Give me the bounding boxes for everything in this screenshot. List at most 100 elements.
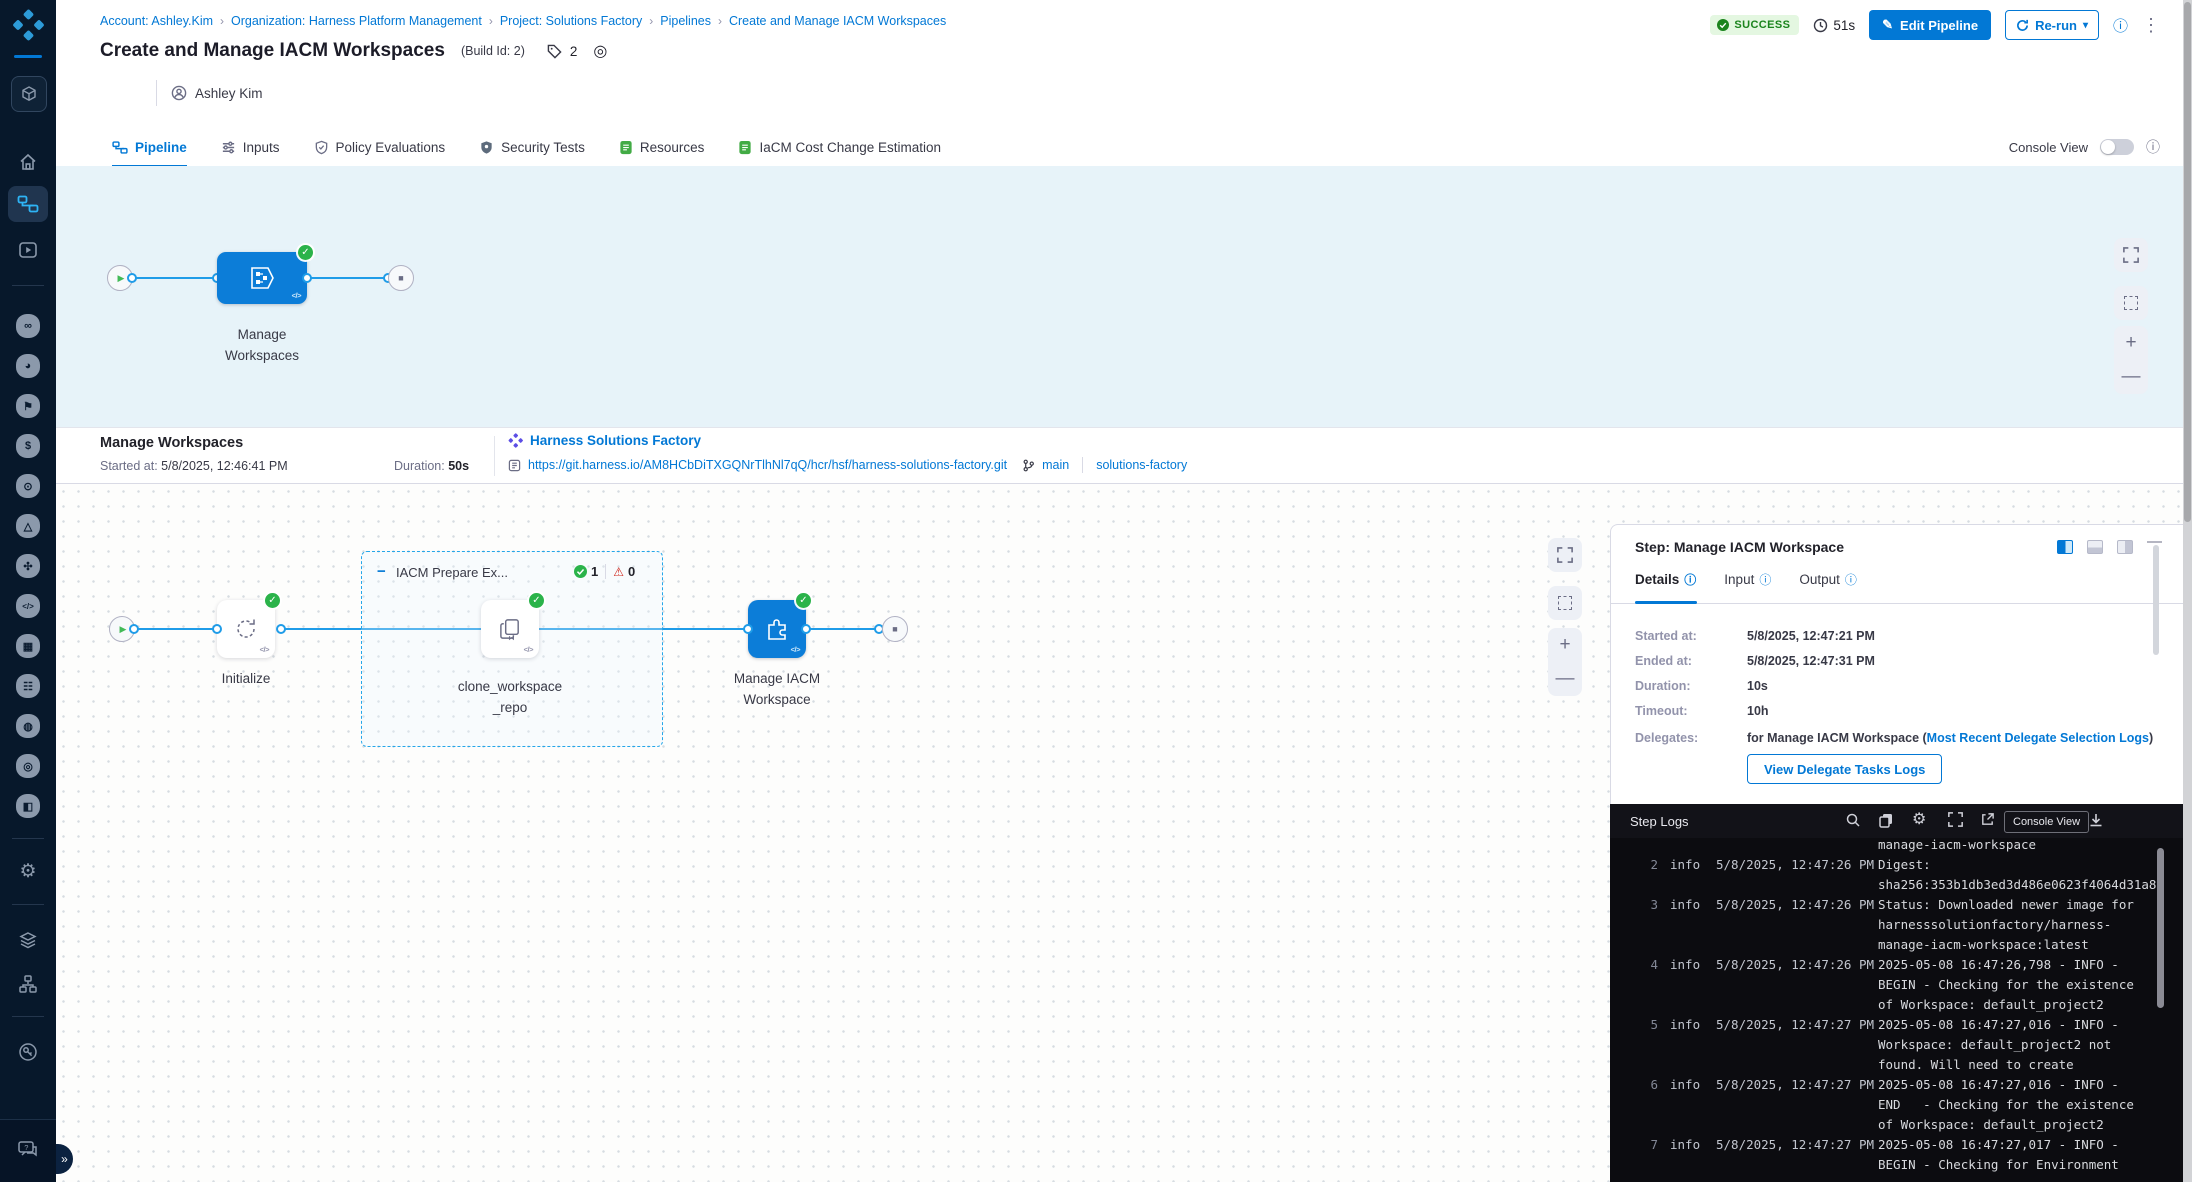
zoom-out-button[interactable]: — — [1556, 668, 1575, 690]
repo-name-link[interactable]: Harness Solutions Factory — [530, 433, 701, 448]
info-icon[interactable]: ⓘ — [2113, 15, 2128, 36]
execution-end-node[interactable]: ■ — [882, 616, 908, 642]
grid-box-icon[interactable]: ▦ — [16, 634, 40, 658]
globe-search-icon[interactable]: ◍ — [16, 714, 40, 738]
tab-output[interactable]: Outputⓘ — [1799, 571, 1857, 588]
step-node-initialize[interactable]: ✓ </> — [217, 600, 275, 658]
key-circle-icon[interactable] — [16, 1040, 40, 1064]
console-view-toggle[interactable] — [2100, 139, 2134, 155]
console-view-button[interactable]: Console View — [2004, 811, 2089, 833]
tab-input[interactable]: Inputⓘ — [1724, 571, 1771, 588]
caret-down-icon: ▾ — [2083, 20, 2088, 31]
harness-logo-icon[interactable] — [12, 9, 44, 41]
canvas-select-button[interactable] — [2114, 286, 2148, 320]
zoom-in-button[interactable]: + — [1559, 634, 1570, 656]
manage-node-label[interactable]: Manage IACM Workspace — [721, 668, 833, 710]
module-box-cube-icon[interactable] — [11, 76, 47, 112]
edit-pipeline-button[interactable]: ✎ Edit Pipeline — [1869, 10, 1991, 40]
step-node-clone-workspace-repo[interactable]: ✓ </> — [481, 600, 539, 658]
stage-node-label[interactable]: Manage Workspaces — [212, 324, 312, 366]
expand-icon[interactable] — [1948, 812, 1963, 827]
group-success-count: 1 — [591, 564, 598, 579]
log-entry: 5info5/8/2025, 12:47:27 PM2025-05-08 16:… — [1632, 1015, 2162, 1075]
propeller-icon[interactable]: ✣ — [16, 554, 40, 578]
tab-resources[interactable]: Resources — [619, 128, 705, 166]
pipeline-end-node[interactable]: ■ — [388, 265, 414, 291]
gear-icon[interactable]: ⚙ — [1912, 812, 1926, 828]
triangles-icon[interactable]: △ — [16, 514, 40, 538]
info-icon[interactable]: ⓘ — [1759, 571, 1771, 588]
settings-gear-icon[interactable]: ⚙ — [0, 860, 56, 883]
cloud-dollar-icon[interactable]: $ — [16, 434, 40, 458]
info-icon[interactable]: ⓘ — [2146, 137, 2160, 157]
breadcrumb-account[interactable]: Account: Ashley.Kim — [100, 14, 213, 28]
step-logs-body[interactable]: manage-iacm-workspace 2info5/8/2025, 12:… — [1610, 838, 2162, 1182]
zoom-in-button[interactable]: + — [2125, 332, 2136, 354]
help-chat-icon[interactable]: ? — [16, 1138, 40, 1162]
page-scrollbar-track[interactable] — [2183, 0, 2192, 1182]
layout-left-panel-button[interactable] — [2057, 540, 2073, 554]
info-icon[interactable]: ⓘ — [1845, 571, 1857, 588]
repo-tag-link[interactable]: solutions-factory — [1096, 458, 1187, 472]
tab-details[interactable]: Detailsⓘ — [1635, 571, 1696, 588]
flag-icon[interactable]: ⚑ — [16, 394, 40, 418]
canvas-fullscreen-button[interactable] — [2114, 238, 2148, 272]
breadcrumb-current[interactable]: Create and Manage IACM Workspaces — [729, 14, 946, 28]
rerun-button[interactable]: Re-run ▾ — [2005, 10, 2099, 40]
log-scrollbar[interactable] — [2157, 848, 2164, 1008]
infinity-icon[interactable]: ∞ — [16, 314, 40, 338]
duration-label: Duration: — [1635, 679, 1691, 693]
home-icon[interactable] — [16, 150, 40, 174]
view-delegate-tasks-logs-button[interactable]: View Delegate Tasks Logs — [1747, 754, 1942, 784]
fullscreen-icon — [1557, 547, 1573, 563]
build-id: (Build Id: 2) — [461, 44, 525, 58]
cube-icon[interactable]: ◧ — [16, 794, 40, 818]
tab-pipeline[interactable]: Pipeline — [112, 128, 187, 166]
code-icon[interactable]: </> — [16, 594, 40, 618]
sidebar-item-pipelines[interactable] — [8, 186, 48, 222]
stage-graph-canvas[interactable]: ▶ ✓ </> ■ Manage Workspaces — [56, 166, 2192, 427]
shield-search-icon[interactable]: ⊙ — [16, 474, 40, 498]
executions-icon[interactable] — [16, 238, 40, 262]
repo-url-link[interactable]: https://git.harness.io/AM8HCbDiTXGQNrTlh… — [528, 458, 1007, 472]
layout-right-panel-button[interactable] — [2117, 540, 2133, 554]
sidebar-divider — [12, 904, 44, 905]
external-link-icon[interactable] — [1980, 812, 1995, 827]
panel-scrollbar[interactable] — [2153, 545, 2159, 655]
breadcrumb-organization[interactable]: Organization: Harness Platform Managemen… — [231, 14, 482, 28]
code-badge-icon: </> — [791, 645, 800, 654]
diamond-icon[interactable]: ◎ — [593, 41, 607, 61]
breadcrumb-project[interactable]: Project: Solutions Factory — [500, 14, 642, 28]
initialize-node-label[interactable]: Initialize — [206, 668, 286, 689]
download-icon[interactable] — [2088, 812, 2104, 828]
layers-gear-icon[interactable] — [16, 928, 40, 952]
pie-chart-icon[interactable]: ◕ — [16, 354, 40, 378]
kebab-menu-icon[interactable]: ⋮ — [2142, 15, 2160, 36]
stage-node-manage-workspaces[interactable]: ✓ </> — [217, 252, 307, 304]
edge-line — [133, 277, 217, 279]
tag-icon[interactable] — [547, 44, 562, 59]
collapse-minus-icon[interactable]: − — [377, 563, 386, 580]
hierarchy-gear-icon[interactable] — [16, 972, 40, 996]
sidebar-expand-tab[interactable]: » — [56, 1144, 73, 1174]
target-icon[interactable]: ◎ — [16, 754, 40, 778]
info-icon[interactable]: ⓘ — [1684, 571, 1696, 588]
tab-policy-evaluations[interactable]: Policy Evaluations — [314, 128, 446, 166]
mesh-shield-icon[interactable]: ☷ — [16, 674, 40, 698]
tab-security-tests[interactable]: Security Tests — [479, 128, 585, 166]
search-icon[interactable] — [1845, 812, 1861, 828]
delegate-selection-logs-link[interactable]: Most Recent Delegate Selection Logs — [1927, 731, 2149, 745]
zoom-out-button[interactable]: — — [2122, 366, 2141, 388]
tab-iacm-cost-change-estimation[interactable]: IaCM Cost Change Estimation — [738, 128, 941, 166]
copy-icon[interactable] — [1878, 812, 1894, 828]
clone-node-label[interactable]: clone_workspace_repo — [456, 676, 564, 718]
layout-bottom-panel-button[interactable] — [2087, 540, 2103, 554]
step-node-manage-iacm-workspace[interactable]: ✓ </> — [748, 600, 806, 658]
breadcrumb-pipelines[interactable]: Pipelines — [660, 14, 711, 28]
branch-link[interactable]: main — [1042, 458, 1069, 472]
page-scrollbar-thumb[interactable] — [2184, 2, 2191, 522]
canvas-fullscreen-button[interactable] — [1548, 538, 1582, 572]
tab-inputs[interactable]: Inputs — [221, 128, 280, 166]
canvas-select-button[interactable] — [1548, 586, 1582, 620]
step-logs-header: Step Logs ⚙ Console View — [1610, 804, 2192, 838]
